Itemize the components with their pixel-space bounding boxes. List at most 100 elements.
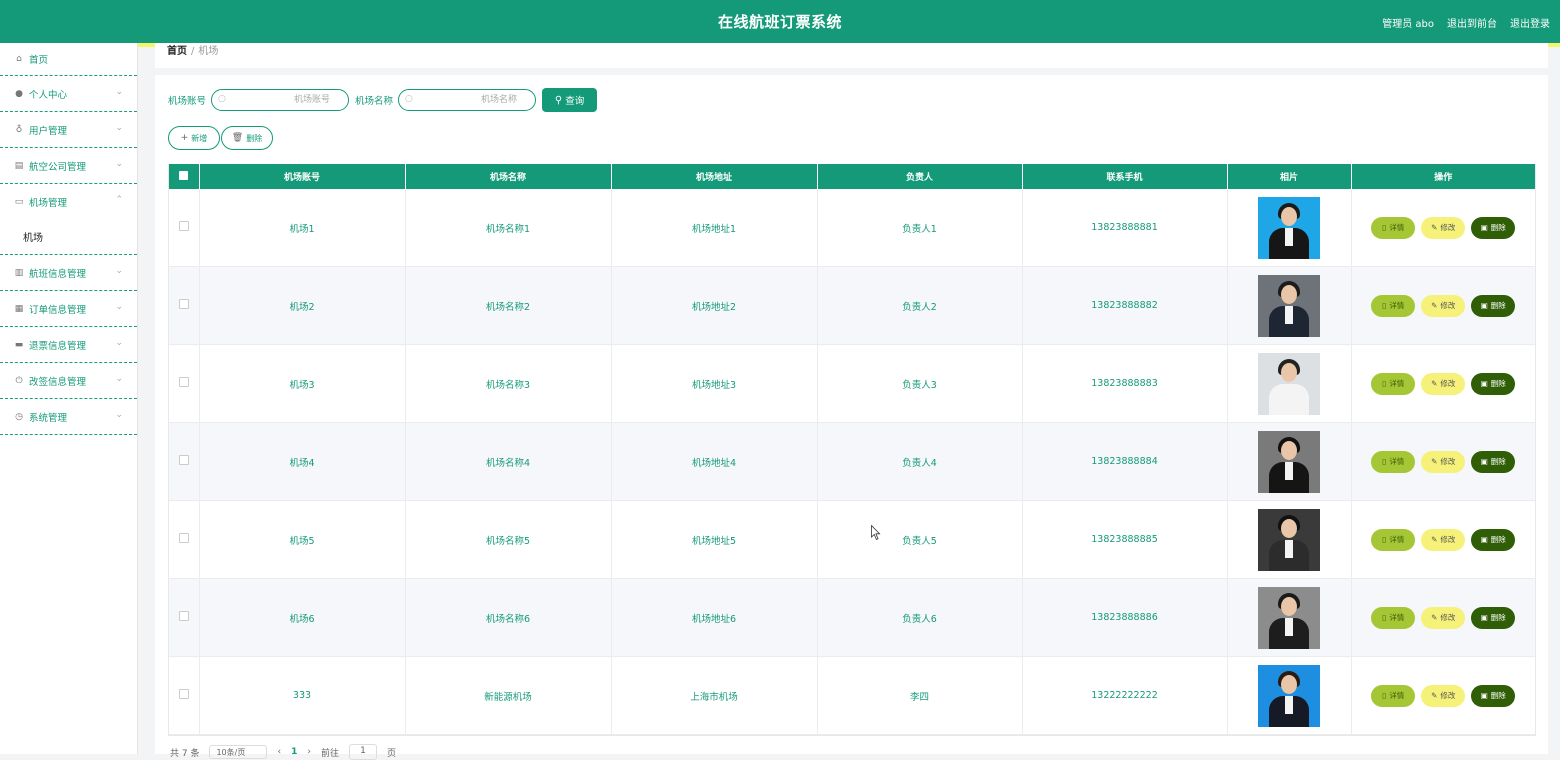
manager-photo: [1258, 274, 1320, 337]
row-select-cell: [169, 422, 200, 501]
sidebar-item-order-info[interactable]: ▦ 订单信息管理 ⌄: [0, 291, 137, 327]
edit-icon: ✎: [1431, 223, 1438, 232]
row-checkbox[interactable]: [178, 455, 189, 465]
edit-button[interactable]: ✎ 修改: [1421, 606, 1466, 629]
prev-page-icon[interactable]: ‹: [277, 747, 281, 757]
airport-name-input[interactable]: [399, 90, 536, 110]
sidebar-item-flight-info[interactable]: ▥ 航班信息管理 ⌄: [0, 255, 137, 291]
total-count: 共 7 条: [170, 748, 200, 759]
column-header[interactable]: 机场账号: [199, 164, 406, 189]
row-checkbox[interactable]: [178, 533, 189, 543]
airport-account-cell: 机场2: [199, 266, 406, 345]
detail-button[interactable]: ▯ 详情: [1371, 294, 1416, 317]
detail-button[interactable]: ▯ 详情: [1371, 528, 1416, 551]
photo-cell: [1227, 500, 1352, 579]
goto-page-input[interactable]: 1: [348, 744, 377, 760]
row-checkbox[interactable]: [178, 611, 189, 621]
airport-account-search: ○: [211, 89, 350, 111]
batch-delete-button[interactable]: 🗑 删除: [221, 126, 273, 150]
airport-address-cell: 机场地址2: [611, 266, 818, 345]
detail-button[interactable]: ▯ 详情: [1371, 372, 1416, 395]
page-size-select[interactable]: 10条/页: [209, 745, 268, 759]
delete-button[interactable]: ▣ 删除: [1471, 450, 1516, 473]
clock-icon: ◷: [15, 411, 23, 422]
sidebar-item-label: 个人中心: [29, 89, 68, 101]
edit-button[interactable]: ✎ 修改: [1421, 216, 1466, 239]
sidebar-item-refund-info[interactable]: ▬ 退票信息管理 ⌄: [0, 327, 137, 363]
column-header[interactable]: 机场名称: [405, 164, 612, 189]
column-header[interactable]: 负责人: [817, 164, 1023, 189]
edit-button[interactable]: ✎ 修改: [1421, 528, 1466, 551]
goto-label: 前往: [320, 748, 339, 759]
delete-button[interactable]: ▣ 删除: [1471, 294, 1516, 317]
airport-account-cell: 333: [199, 656, 406, 735]
detail-button[interactable]: ▯ 详情: [1371, 684, 1416, 707]
document-icon: ▯: [1382, 301, 1387, 310]
breadcrumb-home[interactable]: 首页: [167, 46, 187, 57]
search-icon: ○: [218, 94, 226, 104]
sidebar-item-system-management[interactable]: ◷ 系统管理 ⌄: [0, 399, 137, 435]
query-button[interactable]: ⚲ 查询: [542, 88, 598, 112]
sidebar-item-airline-management[interactable]: ▤ 航空公司管理 ⌄: [0, 148, 137, 184]
exit-to-front-link[interactable]: 退出到前台: [1447, 15, 1497, 30]
next-page-icon[interactable]: ›: [307, 747, 311, 757]
document-icon: ▯: [1382, 457, 1387, 466]
column-header[interactable]: 机场地址: [611, 164, 818, 189]
delete-label: 删除: [1490, 535, 1506, 544]
sidebar-item-personal-center[interactable]: ● 个人中心 ⌄: [0, 76, 137, 112]
page-number[interactable]: 1: [291, 747, 297, 757]
delete-button[interactable]: ▣ 删除: [1471, 372, 1516, 395]
row-select-cell: [169, 266, 200, 345]
delete-button[interactable]: ▣ 删除: [1471, 216, 1516, 239]
edit-icon: ✎: [1431, 613, 1438, 622]
row-checkbox[interactable]: [178, 689, 189, 699]
logout-link[interactable]: 退出登录: [1510, 15, 1550, 30]
edit-button[interactable]: ✎ 修改: [1421, 450, 1466, 473]
trash-icon: ▣: [1480, 379, 1488, 388]
sidebar-item-user-management[interactable]: ♁ 用户管理 ⌄: [0, 112, 137, 148]
delete-label: 删除: [1490, 457, 1506, 466]
delete-button[interactable]: ▣ 删除: [1471, 606, 1516, 629]
sidebar-item-label: 退票信息管理: [29, 340, 87, 352]
phone-cell: 13823888885: [1022, 500, 1228, 579]
edit-button[interactable]: ✎ 修改: [1421, 684, 1466, 707]
detail-button[interactable]: ▯ 详情: [1371, 450, 1416, 473]
edit-button[interactable]: ✎ 修改: [1421, 372, 1466, 395]
add-button[interactable]: + 新增: [168, 126, 220, 150]
edit-button[interactable]: ✎ 修改: [1421, 294, 1466, 317]
manager-cell: 负责人1: [817, 189, 1023, 267]
row-checkbox[interactable]: [178, 299, 189, 309]
detail-button[interactable]: ▯ 详情: [1371, 216, 1416, 239]
delete-button[interactable]: ▣ 删除: [1471, 684, 1516, 707]
sidebar-item-home[interactable]: ⌂ 首页: [0, 43, 137, 76]
sidebar-item-change-info[interactable]: ⏻ 改签信息管理 ⌄: [0, 363, 137, 399]
row-select-cell: [169, 578, 200, 657]
document-icon: ▯: [1382, 691, 1387, 700]
airport-address-cell: 上海市机场: [611, 656, 818, 735]
app-title: 在线航班订票系统: [717, 13, 842, 31]
edit-label: 修改: [1440, 691, 1456, 700]
edit-label: 修改: [1440, 301, 1456, 310]
chevron-down-icon: ⌄: [115, 159, 123, 169]
column-header[interactable]: 联系手机: [1022, 164, 1228, 189]
sidebar-subitem-airport[interactable]: 机场: [0, 219, 137, 255]
operations-cell: ▯ 详情 ✎ 修改 ▣ 删除: [1351, 656, 1535, 735]
chevron-down-icon: ⌄: [115, 266, 123, 276]
row-select-cell: [169, 500, 200, 579]
sidebar-item-label: 系统管理: [29, 412, 68, 424]
delete-button[interactable]: ▣ 删除: [1471, 528, 1516, 551]
select-all-checkbox[interactable]: [179, 170, 189, 180]
row-checkbox[interactable]: [178, 221, 189, 231]
photo-cell: [1227, 344, 1352, 423]
delete-label: 删除: [1490, 379, 1506, 388]
row-checkbox[interactable]: [178, 377, 189, 387]
airport-account-input[interactable]: [212, 90, 349, 110]
batch-delete-label: 删除: [246, 133, 263, 143]
sidebar-item-label: 订单信息管理: [29, 304, 87, 316]
phone-cell: 13823888883: [1022, 344, 1228, 423]
sidebar-item-label: 机场管理: [29, 197, 68, 209]
sidebar-item-airport-management[interactable]: ▭ 机场管理 ⌃: [0, 184, 137, 219]
manager-cell: 负责人3: [817, 344, 1023, 423]
detail-button[interactable]: ▯ 详情: [1371, 606, 1416, 629]
edit-label: 修改: [1440, 535, 1456, 544]
